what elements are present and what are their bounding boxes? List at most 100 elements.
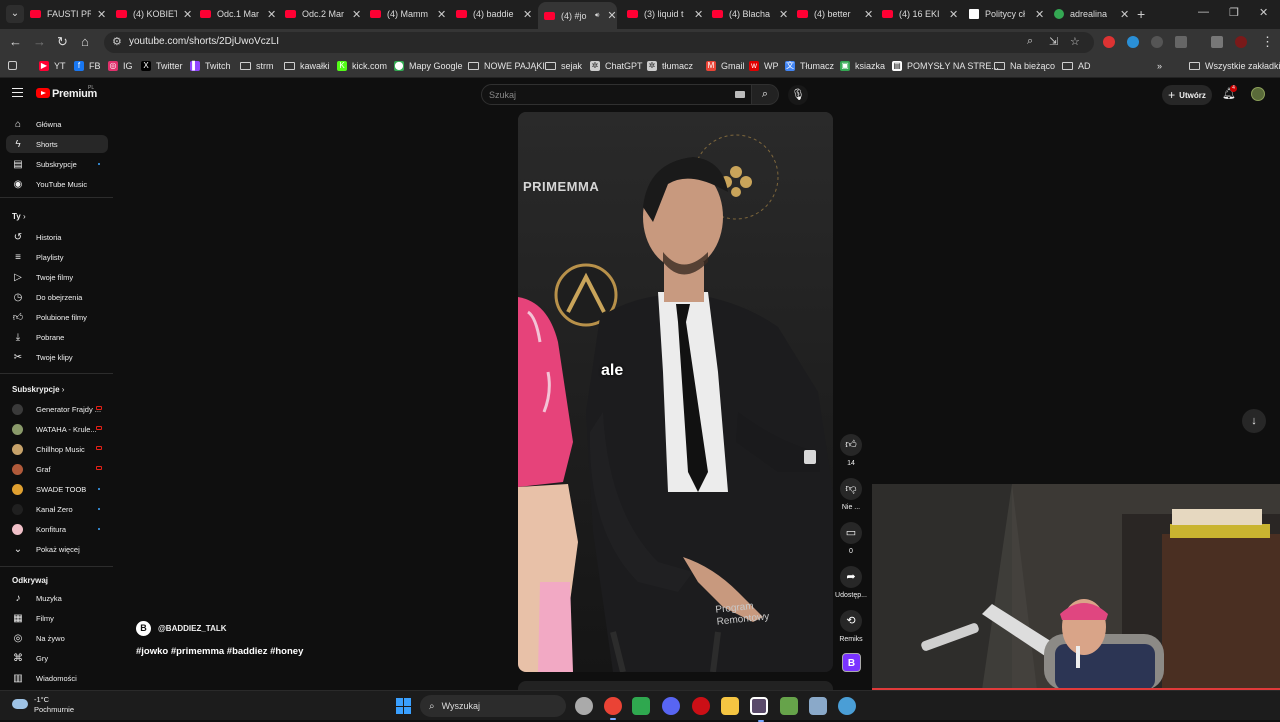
next-short-button[interactable]: ↓	[1242, 409, 1266, 433]
close-tab-icon[interactable]: ✕	[607, 9, 616, 22]
bookmark-item[interactable]: kawałki	[284, 61, 330, 71]
bookmark-item[interactable]: ▌ Twitch	[190, 61, 231, 71]
close-tab-icon[interactable]: ✕	[1120, 8, 1129, 21]
discord-icon[interactable]	[662, 697, 680, 715]
address-bar[interactable]: ⚙ youtube.com/shorts/2DjUwoVczLI ⌕ ⇲ ☆	[104, 32, 1094, 53]
keyboard-icon[interactable]	[735, 91, 745, 98]
sidebar-item[interactable]: Konfitura	[6, 520, 108, 538]
bookmark-item[interactable]: w WP	[749, 61, 779, 71]
chrome-icon[interactable]	[604, 697, 622, 720]
bookmark-item[interactable]: strm	[240, 61, 274, 71]
bookmark-item[interactable]: 文 Tłumacz	[785, 61, 834, 71]
search-button[interactable]: ⌕	[752, 84, 779, 105]
sidebar-item[interactable]: ⌂ Główna	[6, 115, 108, 133]
obs-app-icon[interactable]	[750, 697, 768, 722]
sidebar-item[interactable]: ↺ Historia	[6, 228, 108, 246]
youtube-logo-icon[interactable]	[36, 88, 50, 98]
comments-button[interactable]: ▭ 0	[833, 522, 869, 555]
sidebar-item[interactable]: ⌘ Gry	[6, 649, 108, 667]
bookmark-star-icon[interactable]: ☆	[1070, 35, 1080, 48]
video-hashtags[interactable]: #jowko #primemma #baddiez #honey	[136, 646, 303, 657]
bookmark-item[interactable]: ⬤ Mapy Google	[394, 61, 463, 71]
sidebar-item[interactable]: ◷ Do obejrzenia	[6, 288, 108, 306]
dislike-button[interactable]: 👎︎ Nie ...	[833, 478, 869, 511]
install-icon[interactable]: ⇲	[1049, 35, 1058, 48]
close-tab-icon[interactable]: ✕	[183, 8, 192, 21]
sidebar-item[interactable]: ◉ YouTube Music	[6, 175, 108, 193]
back-icon[interactable]: ←	[9, 34, 22, 49]
sidebar-item[interactable]: ⤓ Pobrane	[6, 328, 108, 346]
close-tab-icon[interactable]: ✕	[779, 8, 788, 21]
steam-icon[interactable]	[838, 697, 856, 715]
browser-tab[interactable]: (4) Mamm ✕	[370, 4, 446, 24]
channel-logo-icon[interactable]: B	[842, 653, 861, 672]
audio-playing-icon[interactable]: 🔊︎	[595, 12, 599, 20]
bookmark-item[interactable]: Kkick.com	[337, 61, 387, 71]
browser-tab[interactable]: (3) liquid t ✕	[627, 4, 703, 24]
tab-search-button[interactable]: ⌄	[6, 5, 24, 23]
close-tab-icon[interactable]: ✕	[523, 8, 532, 21]
sidebar-item[interactable]: ▤ Subskrypcje	[6, 155, 108, 173]
sidebar-item[interactable]: ▷ Twoje filmy	[6, 268, 108, 286]
menu-kebab-icon[interactable]: ⋮	[1261, 34, 1274, 50]
bookmark-item[interactable]: X Twitter	[141, 61, 183, 71]
sidebar-item[interactable]: WATAHA - Krule...	[6, 420, 108, 438]
close-tab-icon[interactable]: ✕	[97, 8, 106, 21]
close-tab-icon[interactable]: ✕	[267, 8, 276, 21]
like-button[interactable]: 👍︎ 14	[833, 434, 869, 467]
browser-tab[interactable]: FAUSTI PR ✕	[30, 4, 106, 24]
minimize-button[interactable]: —	[1198, 6, 1209, 18]
settings-icon[interactable]	[809, 697, 827, 715]
bookmark-item[interactable]: Na bieżąco	[994, 61, 1055, 71]
all-bookmarks-button[interactable]: Wszystkie zakładki	[1189, 61, 1280, 71]
sidebar-item[interactable]: ≡ Playlisty	[6, 248, 108, 266]
bookmark-item[interactable]: sejak	[545, 61, 582, 71]
shorts-video-player[interactable]: PRIMEMMA Program Remontowy ale	[518, 112, 833, 672]
brave-icon[interactable]	[632, 697, 650, 715]
cloud-icon[interactable]	[12, 699, 28, 709]
sidebar-item[interactable]: ▦ Filmy	[6, 609, 108, 627]
bookmark-item[interactable]: ▤ POMYSŁY NA STRE...	[892, 61, 999, 71]
channel-handle[interactable]: @BADDIEZ_TALK	[158, 624, 227, 633]
close-tab-icon[interactable]: ✕	[437, 8, 446, 21]
reload-icon[interactable]: ↻	[57, 34, 68, 50]
browser-tab[interactable]: (4) better ✕	[797, 4, 873, 24]
close-tab-icon[interactable]: ✕	[949, 8, 958, 21]
account-avatar[interactable]	[1251, 87, 1265, 101]
hamburger-menu-icon[interactable]	[12, 88, 23, 97]
next-short-preview[interactable]	[518, 681, 833, 690]
sidebar-item[interactable]: Kanał Zero	[6, 500, 108, 518]
browser-tab[interactable]: Odc.1 Mar ✕	[200, 4, 276, 24]
site-info-icon[interactable]: ⚙	[112, 35, 122, 48]
close-window-button[interactable]: ✕	[1259, 6, 1268, 19]
windows-start-icon[interactable]	[396, 698, 412, 714]
bookmark-item[interactable]: M Gmail	[706, 61, 745, 71]
record-extension-icon[interactable]	[1103, 36, 1115, 48]
sidebar-item[interactable]: ✂ Twoje klipy	[6, 348, 108, 366]
sidebar-item[interactable]: ▥ Wiadomości	[6, 669, 108, 687]
bookmark-item[interactable]: ✲ tłumacz	[647, 61, 693, 71]
sidebar-item[interactable]: Generator Frajdy ...	[6, 400, 108, 418]
media-controls-icon[interactable]	[1211, 36, 1223, 48]
browser-tab[interactable]: Odc.2 Mar ✕	[285, 4, 361, 24]
channel-avatar[interactable]: B	[136, 621, 151, 636]
close-tab-icon[interactable]: ✕	[1035, 8, 1044, 21]
apps-grid-icon[interactable]	[8, 61, 22, 70]
sidebar-section-heading[interactable]: Subskrypcje ›	[12, 385, 64, 394]
home-icon[interactable]: ⌂	[81, 34, 89, 49]
channel-info[interactable]: B @BADDIEZ_TALK	[136, 621, 227, 636]
sidebar-item[interactable]: ◎ Na żywo	[6, 629, 108, 647]
sidebar-item[interactable]: ♪ Muzyka	[6, 589, 108, 607]
extension-icon[interactable]	[1127, 36, 1139, 48]
bookmark-item[interactable]: f FB	[74, 61, 101, 71]
bookmark-item[interactable]: ▣ ksiazka	[840, 61, 885, 71]
weather-widget[interactable]: -1°C Pochmurnie	[34, 695, 74, 715]
extensions-puzzle-icon[interactable]	[1175, 36, 1187, 48]
remix-button[interactable]: ⟲ Remiks	[833, 610, 869, 643]
forward-icon[interactable]: →	[33, 34, 46, 49]
profile-avatar[interactable]	[1235, 36, 1247, 48]
more-bookmarks-icon[interactable]: »	[1157, 61, 1162, 71]
bookmark-item[interactable]: ✲ ChatGPT	[590, 61, 643, 71]
minecraft-icon[interactable]	[780, 697, 798, 715]
taskbar-search[interactable]: ⌕ Wyszukaj	[420, 695, 566, 717]
